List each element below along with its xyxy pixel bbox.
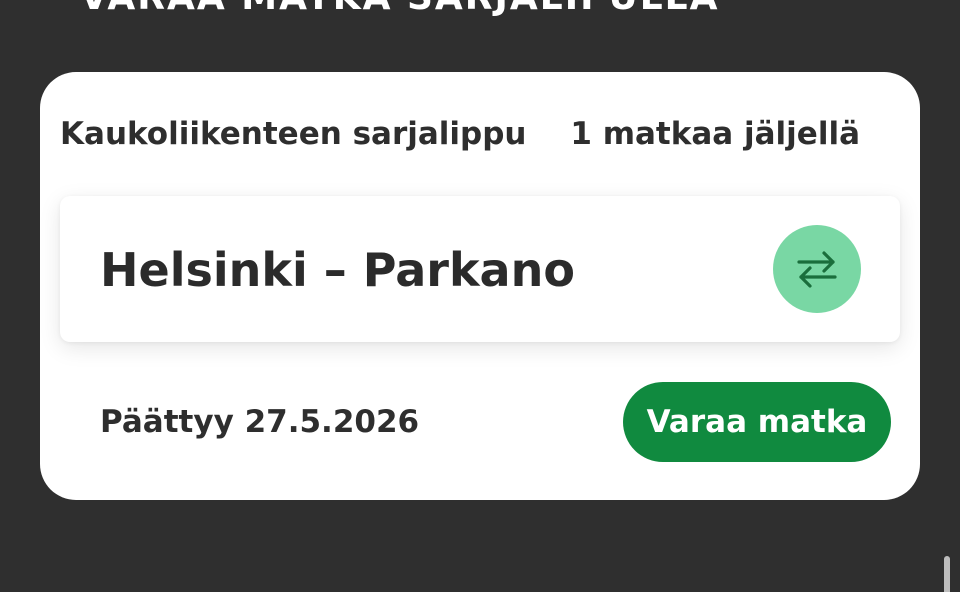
page-title: VARAA MATKA SARJALIPULLA (80, 0, 719, 18)
swap-direction-button[interactable] (773, 225, 861, 313)
route-label: Helsinki – Parkano (100, 243, 575, 297)
trips-remaining-label: 1 matkaa jäljellä (570, 116, 860, 152)
swap-arrows-icon (797, 251, 837, 288)
route-box: Helsinki – Parkano (60, 196, 900, 342)
ticket-info-row: Kaukoliikenteen sarjalippu 1 matkaa jälj… (60, 112, 860, 156)
scrollbar-thumb[interactable] (944, 556, 950, 592)
page: VARAA MATKA SARJALIPULLA Kaukoliikenteen… (0, 0, 960, 592)
ticket-type-label: Kaukoliikenteen sarjalippu (60, 116, 527, 152)
expiry-date-label: Päättyy 27.5.2026 (100, 404, 420, 440)
ticket-footer: Päättyy 27.5.2026 Varaa matka (60, 382, 892, 462)
book-trip-button[interactable]: Varaa matka (623, 382, 891, 462)
